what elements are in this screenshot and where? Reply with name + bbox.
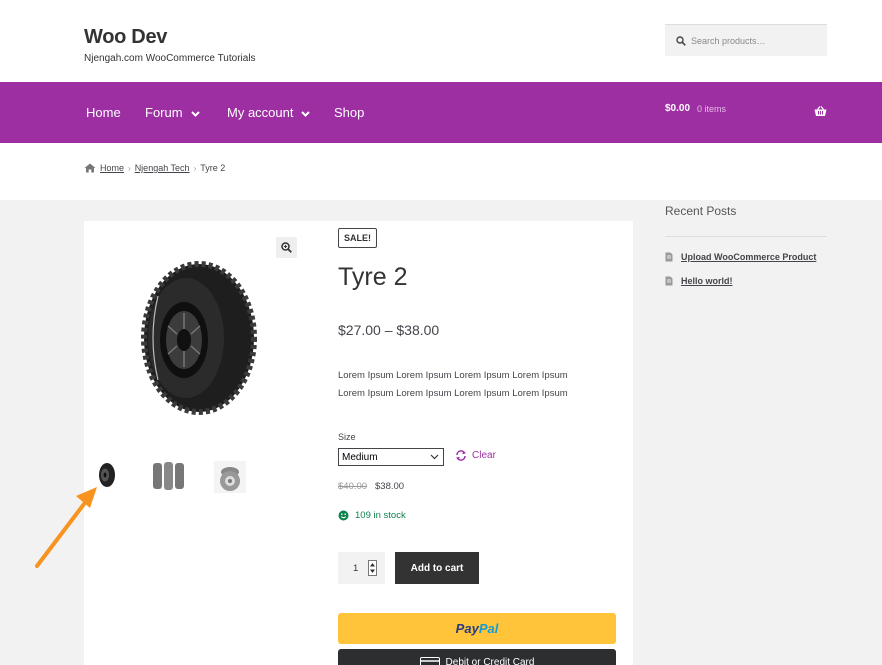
nav-item-label: Home xyxy=(86,105,121,120)
refresh-icon xyxy=(456,450,466,461)
chevron-down-icon xyxy=(301,105,311,120)
shopping-basket-icon[interactable] xyxy=(814,104,827,122)
product-price-range: $27.00 – $38.00 xyxy=(338,322,440,338)
quantity-value: 1 xyxy=(353,562,359,574)
paypal-logo-part: Pay xyxy=(455,621,479,636)
search-input[interactable] xyxy=(691,35,821,46)
description-line: Lorem Ipsum Lorem Ipsum Lorem Ipsum Lore… xyxy=(338,388,568,399)
breadcrumb-link-category[interactable]: Njengah Tech xyxy=(135,163,190,173)
sidebar-divider xyxy=(665,236,827,237)
site-description: Njengah.com WooCommerce Tutorials xyxy=(84,53,256,64)
paypal-button[interactable]: Pay Pal xyxy=(338,613,616,644)
nav-item-home[interactable]: Home xyxy=(86,82,121,143)
product-short-description: Lorem Ipsum Lorem Ipsum Lorem Ipsum Lore… xyxy=(338,367,608,403)
credit-card-icon xyxy=(419,657,440,665)
recent-post-item[interactable]: Hello world! xyxy=(665,276,733,286)
product-thumbnail-3[interactable] xyxy=(214,461,246,493)
zoom-icon[interactable] xyxy=(276,237,297,258)
search-box[interactable] xyxy=(665,24,827,56)
document-icon xyxy=(665,252,673,262)
cart-amount[interactable]: $0.00 xyxy=(665,103,690,114)
chevron-down-icon xyxy=(430,452,439,464)
quantity-spinner[interactable] xyxy=(368,560,377,576)
nav-item-shop[interactable]: Shop xyxy=(334,82,364,143)
sale-badge: SALE! xyxy=(338,228,377,248)
variation-old-price: $40.00 xyxy=(338,481,368,492)
product-thumbnail-2[interactable] xyxy=(152,461,185,491)
breadcrumb-current: Tyre 2 xyxy=(200,163,226,173)
nav-item-label: My account xyxy=(227,105,294,120)
recent-post-link[interactable]: Upload WooCommerce Product xyxy=(681,252,816,262)
stock-text: 109 in stock xyxy=(355,510,406,521)
nav-item-label: Shop xyxy=(334,105,365,120)
quantity-stepper[interactable]: 1 xyxy=(338,552,385,584)
size-select[interactable]: Medium xyxy=(338,448,444,466)
smiley-icon xyxy=(338,510,349,521)
size-selected-value: Medium xyxy=(342,451,378,463)
document-icon xyxy=(665,276,673,286)
stock-status: 109 in stock xyxy=(338,510,406,521)
clear-label: Clear xyxy=(472,450,496,461)
variation-sale-price: $38.00 xyxy=(375,481,405,492)
nav-item-label: Forum xyxy=(145,105,183,120)
debit-credit-card-label: Debit or Credit Card xyxy=(445,657,535,665)
debit-credit-card-button[interactable]: Debit or Credit Card xyxy=(338,649,616,665)
primary-navigation xyxy=(0,82,882,143)
product-thumbnail-1[interactable] xyxy=(97,461,117,489)
nav-item-forum[interactable]: Forum xyxy=(145,82,200,143)
paypal-logo-part: Pal xyxy=(478,621,499,636)
size-label: Size xyxy=(338,432,356,442)
recent-posts-title: Recent Posts xyxy=(665,204,737,218)
home-icon xyxy=(84,163,96,173)
clear-selection-link[interactable]: Clear xyxy=(455,450,496,461)
product-main-image[interactable] xyxy=(138,256,260,416)
chevron-down-icon xyxy=(190,105,200,120)
site-title[interactable]: Woo Dev xyxy=(84,26,167,49)
add-to-cart-button[interactable]: Add to cart xyxy=(395,552,479,584)
cart-item-count[interactable]: 0 items xyxy=(697,104,726,114)
nav-item-my-account[interactable]: My account xyxy=(227,82,311,143)
breadcrumb: Home › Njengah Tech › Tyre 2 xyxy=(84,163,225,173)
search-icon xyxy=(676,35,686,46)
product-title: Tyre 2 xyxy=(338,263,408,291)
description-line: Lorem Ipsum Lorem Ipsum Lorem Ipsum Lore… xyxy=(338,370,568,381)
recent-post-link[interactable]: Hello world! xyxy=(681,276,733,286)
breadcrumb-separator: › xyxy=(128,163,131,173)
recent-post-item[interactable]: Upload WooCommerce Product xyxy=(665,252,816,262)
breadcrumb-link-home[interactable]: Home xyxy=(100,163,124,173)
site-header: Woo Dev Njengah.com WooCommerce Tutorial… xyxy=(0,0,882,82)
breadcrumb-separator: › xyxy=(193,163,197,173)
